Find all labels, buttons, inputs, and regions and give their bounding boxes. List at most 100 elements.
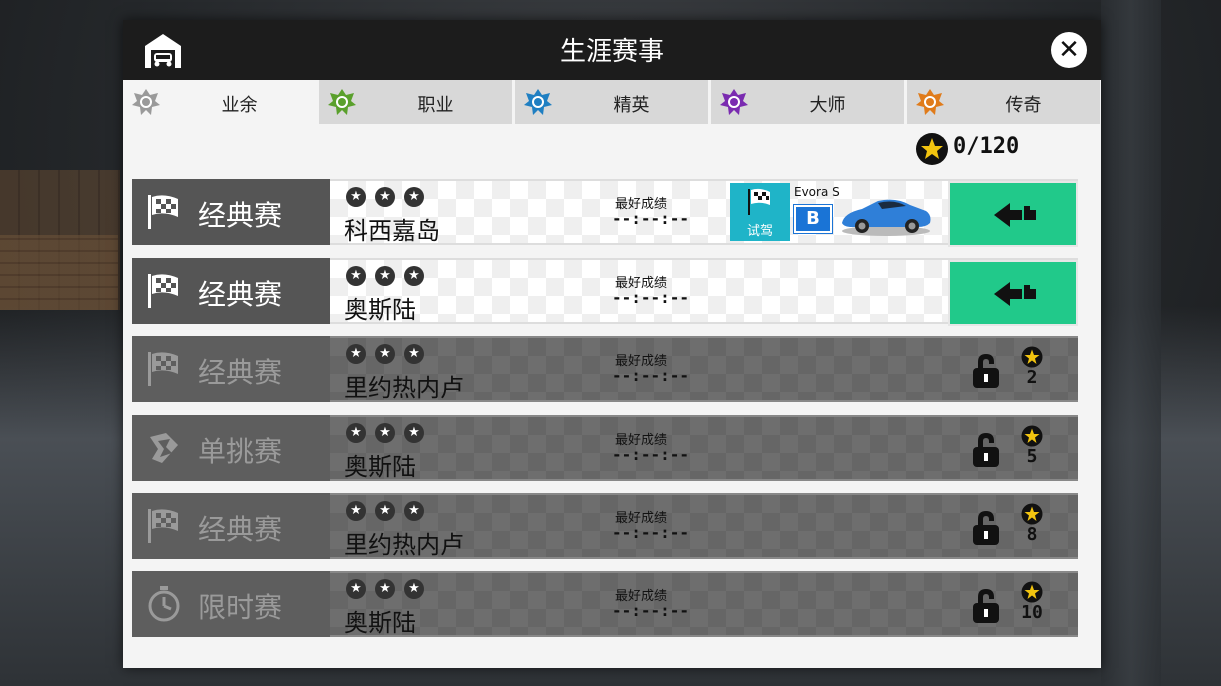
event-type-box: 经典赛: [132, 258, 330, 324]
tab-elite[interactable]: 精英: [515, 80, 708, 124]
event-row-locked: 经典赛 ★ ★ ★ 里约热内卢 最好成绩 --:--:-- 2: [132, 336, 1078, 402]
tab-label: 业余: [221, 95, 258, 116]
car-image: [842, 199, 931, 236]
legend-badge-icon: [916, 89, 944, 115]
career-events-dialog: 生涯赛事 ✕ 业余 职业 精英 大师 传奇 0/120 经典赛 ★ ★ ★ 科西…: [123, 20, 1101, 668]
event-type-box: 限时赛: [132, 571, 330, 637]
star-slot-icon: ★: [375, 266, 395, 286]
event-row-locked: 经典赛 ★ ★ ★ 里约热内卢 最好成绩 --:--:-- 8: [132, 493, 1078, 559]
event-stars: ★ ★ ★: [346, 499, 433, 521]
event-row[interactable]: 经典赛 ★ ★ ★ 科西嘉岛 最好成绩 --:--:-- 试驾 Evora S B: [132, 179, 1078, 247]
enter-arrow-icon: [994, 282, 1036, 306]
star-slot-icon: ★: [346, 501, 366, 521]
track-name: 科西嘉岛: [344, 217, 440, 245]
close-button[interactable]: ✕: [1051, 32, 1087, 68]
padlock-icon: [973, 433, 999, 467]
padlock-icon: [973, 511, 999, 545]
star-coin-icon: [916, 133, 948, 165]
star-coin-icon: [1021, 425, 1043, 447]
tier-tabs: 业余 职业 精英 大师 传奇: [123, 80, 1101, 124]
best-result-time: --:--:--: [612, 445, 690, 464]
event-row-locked: 限时赛 ★ ★ ★ 奥斯陆 最好成绩 --:--:-- 10: [132, 571, 1078, 637]
best-result-time: --:--:--: [612, 209, 690, 228]
pro-badge-icon: [328, 89, 356, 115]
event-info: ★ ★ ★ 奥斯陆 最好成绩 --:--:-- 5: [330, 415, 1078, 481]
tab-master[interactable]: 大师: [711, 80, 904, 124]
event-type-box: 经典赛: [132, 493, 330, 559]
padlock-icon: [973, 589, 999, 623]
star-coin-icon: [1021, 503, 1043, 525]
star-slot-icon: ★: [404, 344, 424, 364]
master-badge-icon: [720, 89, 748, 115]
event-type-label: 单挑赛: [198, 435, 283, 468]
versus-icon: [150, 433, 178, 463]
star-coin-icon: [1021, 346, 1043, 368]
best-result-time: --:--:--: [612, 523, 690, 542]
star-slot-icon: ★: [375, 344, 395, 364]
star-slot-icon: ★: [404, 501, 424, 521]
event-stars: ★ ★ ★: [346, 185, 433, 207]
track-name: 奥斯陆: [344, 296, 416, 324]
star-slot-icon: ★: [346, 266, 366, 286]
event-type-label: 限时赛: [198, 591, 283, 624]
required-stars: 5: [1020, 425, 1044, 467]
tab-label: 大师: [809, 95, 846, 116]
start-event-button[interactable]: [948, 260, 1078, 326]
tab-pro[interactable]: 职业: [319, 80, 512, 124]
event-stars: ★ ★ ★: [346, 421, 433, 443]
event-info: ★ ★ ★ 科西嘉岛 最好成绩 --:--:-- 试驾 Evora S B: [330, 179, 1078, 247]
test-drive-label: 试驾: [746, 224, 773, 239]
tab-label: 传奇: [1005, 95, 1042, 116]
star-slot-icon: ★: [346, 579, 366, 599]
event-type-box: 单挑赛: [132, 415, 330, 481]
star-slot-icon: ★: [346, 423, 366, 443]
event-info: ★ ★ ★ 里约热内卢 最好成绩 --:--:-- 8: [330, 493, 1078, 559]
event-type-box: 经典赛: [132, 336, 330, 402]
best-result-time: --:--:--: [612, 601, 690, 620]
padlock-icon: [973, 354, 999, 388]
background-crate-slats: [0, 235, 118, 310]
star-slot-icon: ★: [404, 187, 424, 207]
event-row-locked: 单挑赛 ★ ★ ★ 奥斯陆 最好成绩 --:--:-- 5: [132, 415, 1078, 481]
event-type-box: 经典赛: [132, 179, 330, 245]
best-result-time: --:--:--: [612, 288, 690, 307]
star-slot-icon: ★: [346, 344, 366, 364]
event-info: ★ ★ ★ 里约热内卢 最好成绩 --:--:-- 2: [330, 336, 1078, 402]
required-stars-count: 2: [1026, 367, 1038, 388]
star-slot-icon: ★: [404, 423, 424, 443]
star-slot-icon: ★: [375, 501, 395, 521]
event-stars: ★ ★ ★: [346, 577, 433, 599]
track-name: 里约热内卢: [344, 374, 464, 402]
test-drive-tile: 试驾: [730, 183, 790, 241]
test-drive-promo[interactable]: 试驾 Evora S B: [730, 183, 940, 241]
title-bar: 生涯赛事 ✕: [123, 20, 1101, 80]
tab-legend[interactable]: 传奇: [907, 80, 1100, 124]
required-stars: 2: [1020, 346, 1044, 388]
star-slot-icon: ★: [375, 187, 395, 207]
event-info: ★ ★ ★ 奥斯陆 最好成绩 --:--:-- 10: [330, 571, 1078, 637]
background-pillar: [1101, 0, 1161, 686]
event-type-label: 经典赛: [198, 513, 283, 546]
checkered-flag-icon: [148, 195, 178, 229]
tab-label: 精英: [613, 95, 650, 116]
star-slot-icon: ★: [404, 266, 424, 286]
tab-label: 职业: [417, 95, 454, 116]
elite-badge-icon: [524, 89, 552, 115]
required-stars-count: 5: [1026, 446, 1038, 467]
tab-amateur[interactable]: 业余: [123, 80, 316, 124]
event-stars: ★ ★ ★: [346, 264, 433, 286]
star-slot-icon: ★: [346, 187, 366, 207]
enter-arrow-icon: [994, 203, 1036, 227]
checkered-flag-icon: [148, 274, 178, 308]
required-stars-count: 8: [1026, 524, 1038, 545]
event-type-label: 经典赛: [198, 199, 283, 232]
star-slot-icon: ★: [375, 579, 395, 599]
checkered-flag-icon: [148, 352, 178, 386]
track-name: 奥斯陆: [344, 453, 416, 481]
page-title: 生涯赛事: [559, 37, 664, 67]
track-name: 里约热内卢: [344, 531, 464, 559]
track-name: 奥斯陆: [344, 609, 416, 637]
start-event-button[interactable]: [948, 181, 1078, 247]
checkered-flag-icon: [148, 509, 178, 543]
event-row[interactable]: 经典赛 ★ ★ ★ 奥斯陆 最好成绩 --:--:--: [132, 258, 1078, 326]
